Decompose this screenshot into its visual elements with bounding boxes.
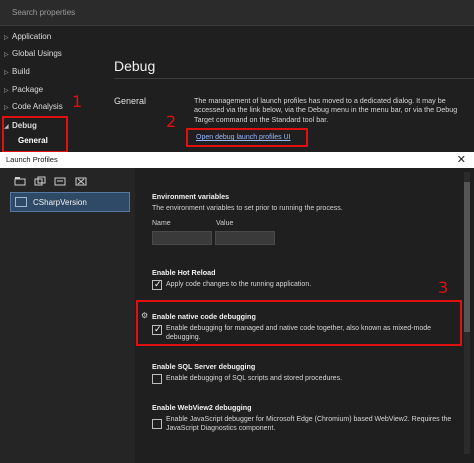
duplicate-profile-icon[interactable] — [34, 176, 46, 186]
profile-item[interactable]: CSharpVersion — [10, 192, 130, 212]
dialog-title: Launch Profiles — [6, 155, 58, 164]
hot-reload-title: Enable Hot Reload — [152, 268, 216, 277]
page-title: Debug — [114, 58, 156, 74]
webview-debugging-description: Enable JavaScript debugger for Microsoft… — [166, 416, 452, 433]
sql-debugging-title: Enable SQL Server debugging — [152, 362, 256, 371]
native-debugging-description: Enable debugging for managed and native … — [166, 325, 432, 342]
expand-triangle-icon: ▷ — [4, 88, 9, 94]
close-icon[interactable]: ✕ — [457, 153, 466, 166]
section-description: The management of launch profiles has mo… — [194, 96, 458, 124]
profiles-toolbar — [14, 176, 93, 188]
hot-reload-checkbox[interactable] — [152, 279, 162, 290]
scrollbar[interactable] — [464, 172, 470, 454]
env-vars-title: Environment variables — [152, 192, 230, 201]
nav-item-code-analysis[interactable]: ▷ Code Analysis — [4, 102, 63, 111]
rename-profile-icon[interactable] — [54, 176, 66, 186]
nav-item-package[interactable]: ▷ Package — [4, 85, 43, 94]
profiles-panel: CSharpVersion — [0, 168, 135, 463]
debug-page: Debug General The management of launch p… — [96, 26, 474, 152]
scroll-thumb[interactable] — [464, 182, 470, 332]
annotation-number-3: 3 — [438, 278, 449, 297]
nav-item-build[interactable]: ▷ Build — [4, 67, 30, 76]
properties-nav: ▷ Application ▷ Global Usings ▷ Build ▷ Pack… — [0, 26, 96, 153]
env-name-input[interactable] — [152, 231, 212, 245]
env-vars-description: The environment variables to set prior t… — [152, 205, 343, 212]
new-profile-icon[interactable] — [14, 176, 26, 186]
native-debugging-checkbox[interactable] — [152, 324, 162, 335]
divider — [114, 78, 474, 79]
nav-item-application[interactable]: ▷ Application — [4, 32, 51, 41]
profile-settings: Environment variables The environment va… — [136, 168, 474, 463]
env-value-input[interactable] — [215, 231, 275, 245]
annotation-number-2: 2 — [166, 112, 177, 131]
search-input[interactable]: Search properties — [0, 0, 474, 26]
profile-label: CSharpVersion — [33, 198, 87, 207]
expand-triangle-icon: ▷ — [4, 35, 9, 41]
dialog-titlebar: Launch Profiles ✕ — [0, 152, 474, 168]
search-placeholder: Search properties — [12, 8, 76, 17]
annotation-number-1: 1 — [72, 92, 83, 111]
sql-debugging-description: Enable debugging of SQL scripts and stor… — [166, 375, 343, 382]
webview-debugging-title: Enable WebView2 debugging — [152, 403, 252, 412]
profile-icon — [15, 197, 27, 207]
open-launch-profiles-link[interactable]: Open debug launch profiles UI — [196, 134, 291, 141]
annotation-box-1 — [2, 116, 68, 153]
hot-reload-description: Apply code changes to the running applic… — [166, 281, 312, 288]
webview-debugging-checkbox[interactable] — [152, 419, 162, 429]
expand-triangle-icon: ▷ — [4, 70, 9, 76]
expand-triangle-icon: ▷ — [4, 105, 9, 111]
delete-profile-icon[interactable] — [75, 176, 87, 186]
env-value-header: Value — [216, 220, 234, 227]
section-label: General — [114, 96, 147, 106]
gear-icon: ⚙ — [141, 311, 149, 320]
nav-item-global-usings[interactable]: ▷ Global Usings — [4, 49, 62, 58]
env-name-header: Name — [152, 220, 171, 227]
expand-triangle-icon: ▷ — [4, 52, 9, 58]
native-debugging-title: Enable native code debugging — [152, 312, 256, 321]
annotation-box-2: Open debug launch profiles UI — [186, 128, 308, 147]
sql-debugging-checkbox[interactable] — [152, 374, 162, 384]
